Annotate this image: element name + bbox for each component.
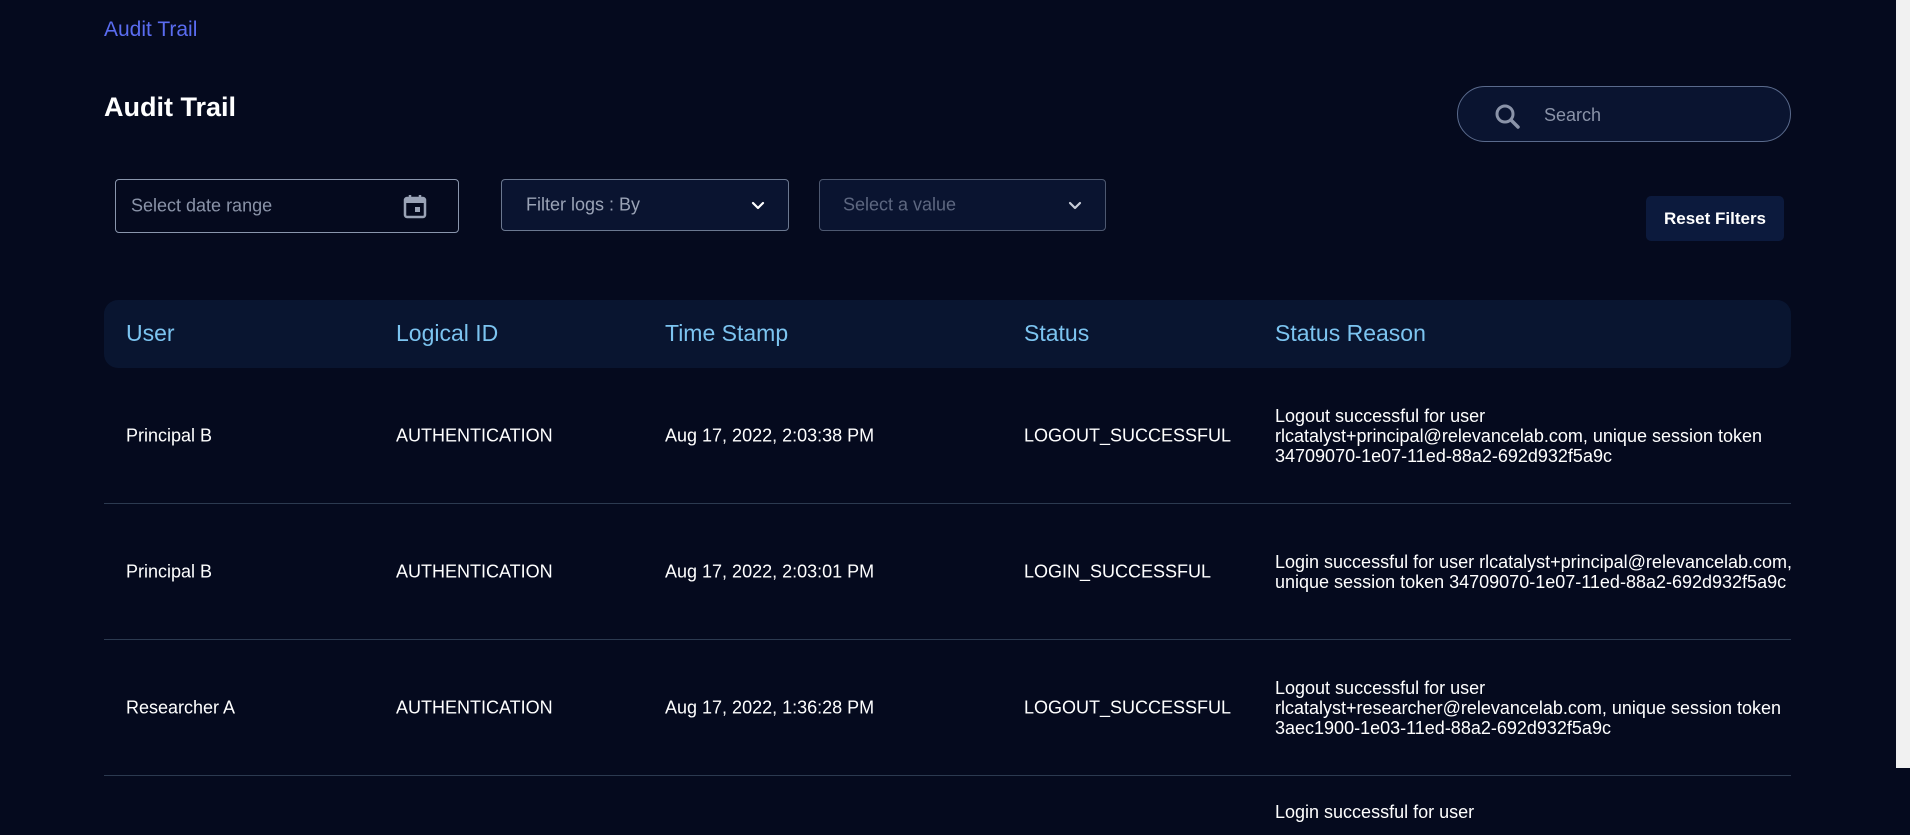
cell-status-reason: Logout successful for user rlcatalyst+re… <box>1275 677 1782 738</box>
filter-logs-by-label: Filter logs : By <box>526 194 641 215</box>
scrollbar-thumb[interactable] <box>1896 0 1910 768</box>
column-header-logical-id[interactable]: Logical ID <box>396 320 498 347</box>
table-row: Principal B AUTHENTICATION Aug 17, 2022,… <box>104 504 1792 640</box>
chevron-down-icon <box>751 201 765 210</box>
filter-value-select[interactable]: Select a value <box>819 179 1106 231</box>
cell-logical-id: AUTHENTICATION <box>396 561 553 581</box>
page-title: Audit Trail <box>104 92 237 122</box>
calendar-icon[interactable] <box>402 193 428 219</box>
table-row: Principal B AUTHENTICATION Aug 17, 2022,… <box>104 368 1791 504</box>
cell-status: LOGIN_SUCCESSFUL <box>1024 561 1212 581</box>
search-box[interactable] <box>1457 86 1791 142</box>
audit-table: User Logical ID Time Stamp Status Status… <box>104 300 1792 835</box>
cell-logical-id: AUTHENTICATION <box>396 425 553 445</box>
cell-logical-id: AUTHENTICATION <box>396 697 553 717</box>
column-header-status[interactable]: Status <box>1024 320 1089 347</box>
cell-timestamp: Aug 17, 2022, 1:36:28 PM <box>665 697 875 717</box>
cell-status-reason: Login successful for user <box>1275 802 1475 822</box>
date-range-placeholder: Select date range <box>131 195 273 216</box>
cell-status-reason: Login successful for user rlcatalyst+pri… <box>1275 551 1793 592</box>
search-input[interactable] <box>1544 101 1774 129</box>
cell-user: Researcher A <box>126 697 236 717</box>
audit-trail-page: Audit Trail Audit Trail Select date rang… <box>0 0 1910 835</box>
cell-user: Principal B <box>126 561 213 581</box>
cell-status: LOGOUT_SUCCESSFUL <box>1024 425 1232 445</box>
cell-timestamp: Aug 17, 2022, 2:03:01 PM <box>665 561 875 581</box>
date-range-picker[interactable]: Select date range <box>115 179 459 233</box>
table-row: Login successful for user <box>104 776 1791 835</box>
column-header-user[interactable]: User <box>126 320 175 347</box>
cell-user: Principal B <box>126 425 213 445</box>
cell-status: LOGOUT_SUCCESSFUL <box>1024 697 1232 717</box>
cell-timestamp: Aug 17, 2022, 2:03:38 PM <box>665 425 875 445</box>
table-header: User Logical ID Time Stamp Status Status… <box>104 300 1791 368</box>
cell-status-reason: Logout successful for user rlcatalyst+pr… <box>1275 405 1763 466</box>
filter-value-placeholder: Select a value <box>843 194 957 215</box>
column-header-time-stamp[interactable]: Time Stamp <box>665 320 788 347</box>
chevron-down-icon <box>1068 201 1082 210</box>
column-header-status-reason[interactable]: Status Reason <box>1275 320 1426 347</box>
scrollbar-track[interactable] <box>1896 0 1910 835</box>
breadcrumb-audit-trail[interactable]: Audit Trail <box>104 18 197 42</box>
search-icon <box>1495 104 1520 129</box>
reset-filters-button[interactable]: Reset Filters <box>1646 196 1784 241</box>
table-row: Researcher A AUTHENTICATION Aug 17, 2022… <box>104 640 1791 776</box>
filter-logs-by-select[interactable]: Filter logs : By <box>501 179 789 231</box>
